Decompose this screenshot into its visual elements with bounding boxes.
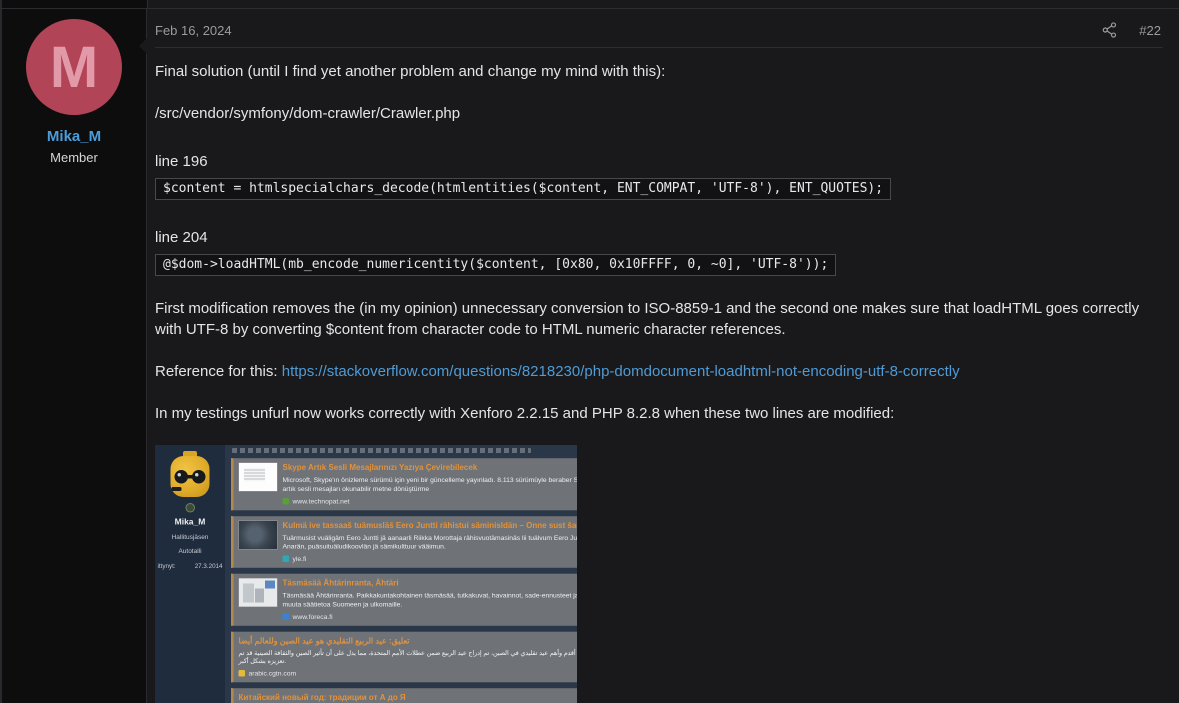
embed-author-username: Mika_M: [174, 517, 206, 527]
embedded-screenshot-image[interactable]: Mika_M Hallitusjäsen Autotalli ittynyt: …: [155, 445, 577, 703]
member-badge-icon: [185, 503, 195, 513]
technopat-favicon-icon: [282, 497, 289, 505]
previous-post-content-sliver: [148, 0, 1179, 8]
message-bubble-tail: [139, 36, 149, 56]
unfurl-source[interactable]: www.foreca.fi: [282, 611, 578, 622]
unfurl-description: Täsmäsää Ähtärinranta. Paikkakuntakohtai…: [282, 591, 578, 609]
foreca-favicon-icon: [282, 613, 289, 620]
forum-post: M Mika_M Member Feb 16, 2024 #22 Final s…: [2, 9, 1179, 703]
unfurl-source[interactable]: yle.fi: [282, 554, 578, 565]
embed-thread-list: Skype Artık Sesli Mesajlarınızı Yazıya Ç…: [225, 445, 577, 703]
previous-post-sidebar-sliver: [2, 0, 148, 8]
previous-post-bottom-edge: [2, 0, 1179, 9]
unfurl-source-text: www.technopat.net: [292, 497, 350, 505]
unfurl-title[interactable]: Täsmäsää Ähtärinranta, Ähtäri: [283, 578, 578, 589]
forum-page: M Mika_M Member Feb 16, 2024 #22 Final s…: [0, 0, 1179, 703]
yle-favicon-icon: [282, 555, 289, 563]
reference-prefix: Reference for this:: [155, 363, 282, 380]
unfurl-card-cgtn-russian[interactable]: Китайский новый год: традиции от А до Я …: [231, 687, 578, 703]
embed-author-title: Hallitusjäsen: [171, 533, 209, 541]
unfurl-title[interactable]: Китайский новый год: традиции от А до Я: [239, 692, 578, 703]
cgtn-arabic-favicon-icon: [238, 669, 245, 677]
embedded-forum-view: Mika_M Hallitusjäsen Autotalli ittynyt: …: [155, 445, 577, 703]
thumbnail-yle-article: [238, 520, 278, 550]
joined-date: 27.3.2014: [194, 562, 223, 570]
avatar[interactable]: M: [26, 19, 122, 115]
paragraph-explanation: First modification removes the (in my op…: [155, 300, 1140, 338]
joined-label: ittynyt:: [157, 562, 176, 570]
unfurl-title[interactable]: تعليق: عيد الربيع التقليدي هو عيد الصين …: [239, 636, 578, 647]
post-message: Final solution (until I find yet another…: [155, 61, 1163, 703]
unfurl-source-text: yle.fi: [292, 555, 307, 563]
share-icon[interactable]: [1102, 22, 1117, 38]
avatar-initial: M: [49, 34, 99, 100]
cropped-text-line: [232, 448, 532, 453]
embed-author-sidebar: Mika_M Hallitusjäsen Autotalli ittynyt: …: [155, 445, 225, 703]
unfurl-card-technopat[interactable]: Skype Artık Sesli Mesajlarınızı Yazıya Ç…: [231, 458, 578, 511]
code-line-204: @$dom->loadHTML(mb_encode_numericentity(…: [155, 254, 837, 276]
paragraph-reference: Reference for this: https://stackoverflo…: [155, 361, 1163, 382]
unfurl-source[interactable]: arabic.cgtn.com: [238, 668, 578, 679]
post-author-sidebar: M Mika_M Member: [2, 9, 147, 703]
unfurl-title[interactable]: Skype Artık Sesli Mesajlarınızı Yazıya Ç…: [283, 463, 578, 474]
paragraph-testing-result: In my testings unfurl now works correctl…: [155, 405, 895, 422]
paragraph-file-path: /src/vendor/symfony/dom-crawler/Crawler.…: [155, 105, 461, 122]
post-content: Feb 16, 2024 #22 Final solution (until I…: [139, 9, 1179, 703]
unfurl-description: Microsoft, Skype'ın önizleme sürümü için…: [282, 476, 578, 493]
unfurl-card-foreca[interactable]: Täsmäsää Ähtärinranta, Ähtäri Täsmäsää Ä…: [231, 573, 578, 626]
post-header-right: #22: [1102, 22, 1161, 38]
embed-author-group: Autotalli: [178, 547, 202, 555]
post-header: Feb 16, 2024 #22: [155, 19, 1163, 48]
post-number[interactable]: #22: [1139, 23, 1161, 38]
unfurl-card-cgtn-arabic[interactable]: تعليق: عيد الربيع التقليدي هو عيد الصين …: [231, 631, 578, 683]
paragraph-final-solution: Final solution (until I find yet another…: [155, 63, 666, 80]
post-date[interactable]: Feb 16, 2024: [155, 23, 232, 38]
author-role: Member: [50, 150, 98, 165]
unfurl-description: باعتباره أقدم وأهم عيد تقليدي في الصين، …: [238, 649, 578, 665]
unfurl-description: Tuärmusist vuäligäm Eero Juntti jä aanaa…: [282, 533, 578, 551]
unfurl-source-text: arabic.cgtn.com: [248, 669, 297, 677]
author-username[interactable]: Mika_M: [47, 128, 101, 145]
unfurl-card-yle[interactable]: Kulmä ive tassaaš tuämusläš Eero Juntti …: [231, 515, 578, 569]
line-204-label: line 204: [155, 229, 208, 246]
thumbnail-skype-article: [238, 462, 278, 492]
embed-author-joined: ittynyt: 27.3.2014: [155, 561, 225, 572]
unfurl-title[interactable]: Kulmä ive tassaaš tuämusläš Eero Juntti …: [283, 520, 578, 531]
stackoverflow-link[interactable]: https://stackoverflow.com/questions/8218…: [282, 363, 960, 380]
unfurl-source[interactable]: www.technopat.net: [282, 496, 578, 507]
code-line-196: $content = htmlspecialchars_decode(htmle…: [155, 178, 892, 200]
unfurl-source-text: www.foreca.fi: [292, 612, 333, 621]
thumbnail-foreca-weather: [238, 578, 278, 608]
lego-avatar-icon: [170, 451, 210, 499]
line-196-label: line 196: [155, 153, 208, 170]
